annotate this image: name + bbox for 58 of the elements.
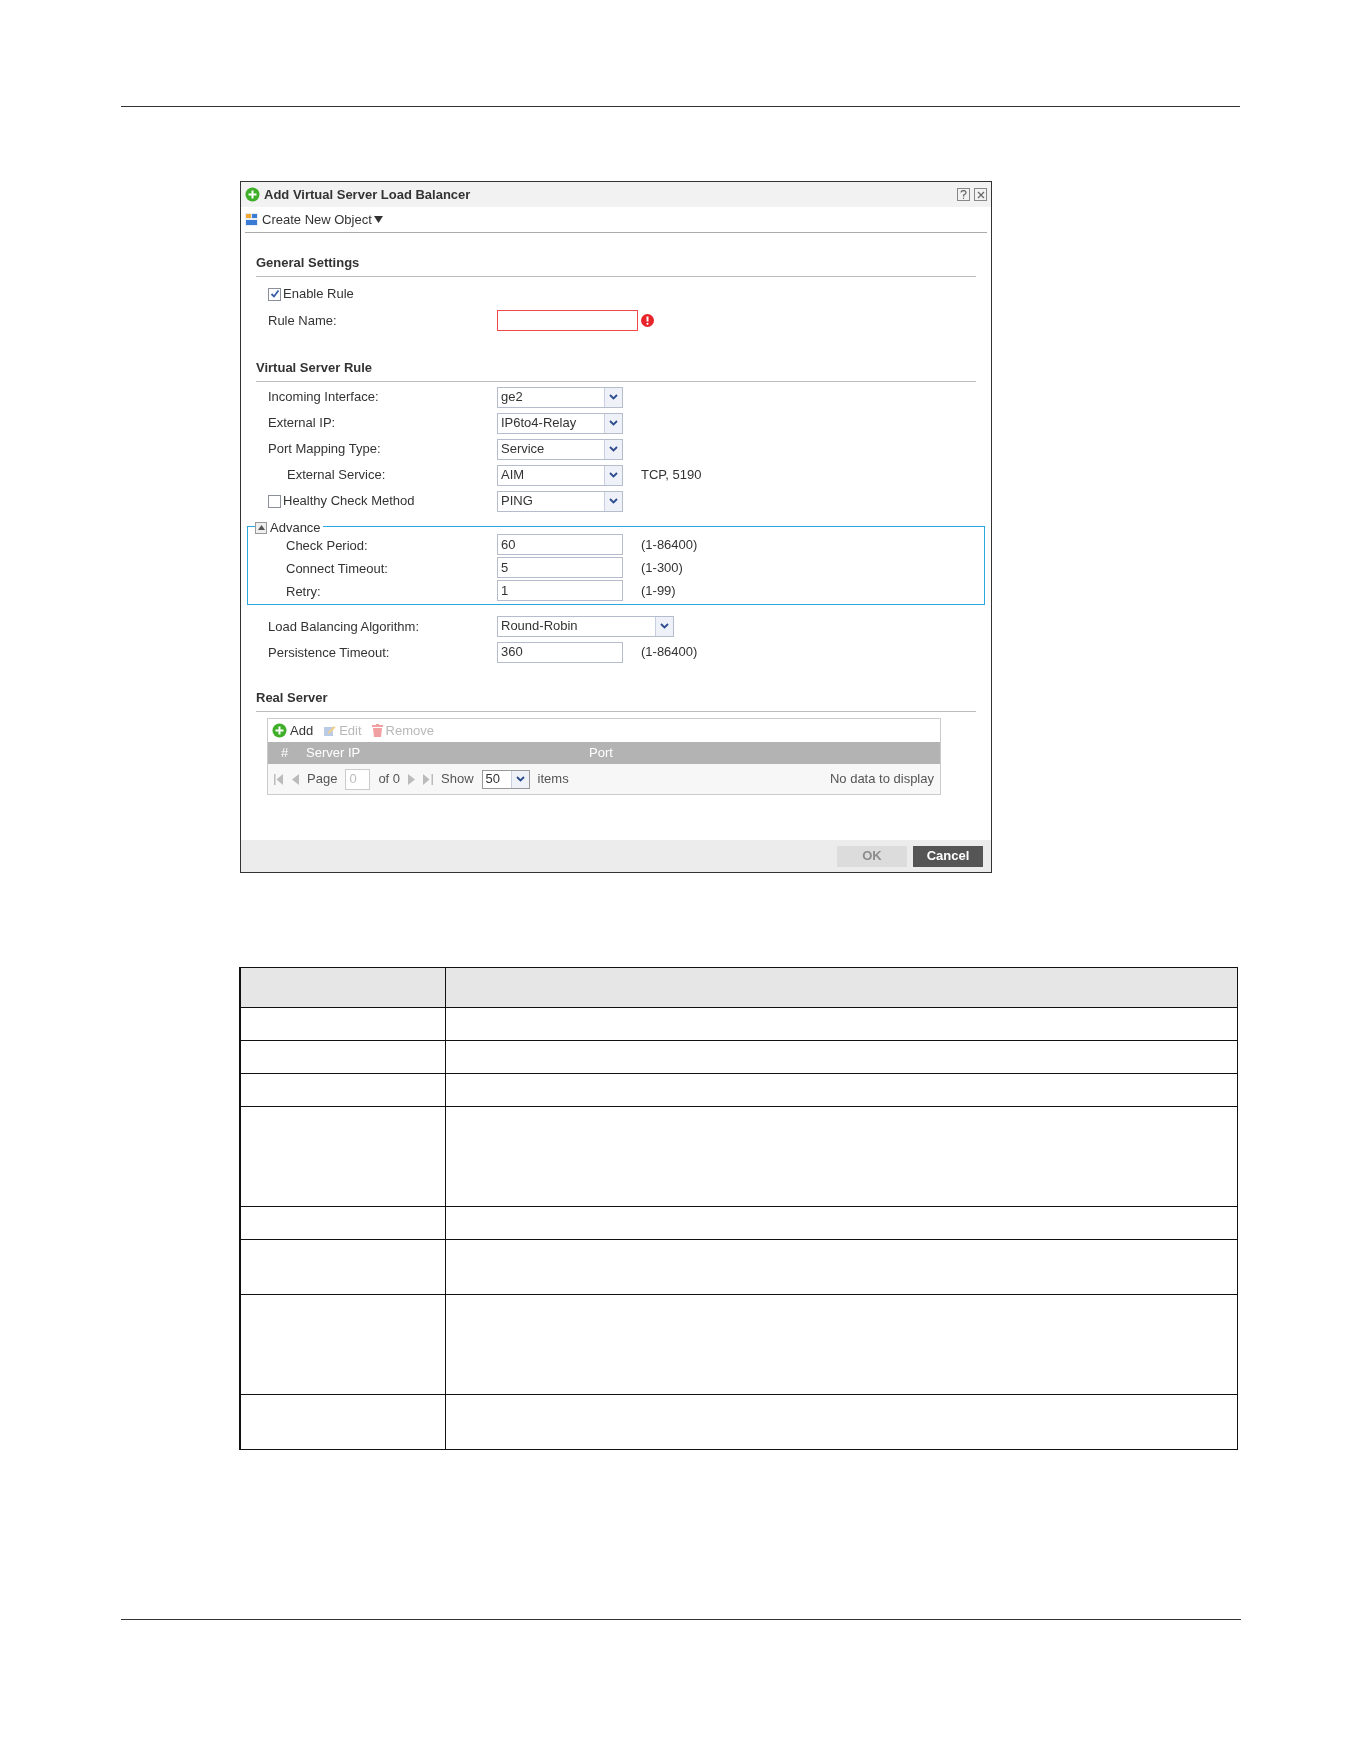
- trash-icon: [371, 724, 383, 737]
- empty-message: No data to display: [829, 770, 934, 789]
- field-label: Rule Name:: [268, 313, 337, 328]
- field-label: Enable Rule: [283, 285, 354, 304]
- cancel-button[interactable]: Cancel: [913, 845, 983, 867]
- field-label: Connect Timeout:: [286, 560, 388, 576]
- column-header: Server IP: [306, 744, 362, 763]
- field-label: External Service:: [287, 466, 386, 485]
- help-icon[interactable]: [957, 188, 970, 201]
- dropdown-select[interactable]: Round-Robin: [497, 615, 674, 637]
- edit-icon: [323, 724, 337, 737]
- triangle-icon: [257, 525, 265, 531]
- column-header: Port: [589, 744, 613, 763]
- service-note: TCP, 5190: [641, 466, 702, 485]
- field-label: Persistence Timeout:: [268, 645, 390, 660]
- field-label: Load Balancing Algorithm:: [268, 619, 420, 634]
- window-title: Add Virtual Server Load Balancer: [264, 185, 472, 204]
- range-hint: (1-99): [641, 581, 676, 600]
- checkbox[interactable]: [268, 287, 281, 301]
- caret-icon: [373, 216, 383, 223]
- show-label: Show: [441, 770, 474, 789]
- dropdown-select[interactable]: Service: [497, 438, 623, 460]
- section-title: Virtual Server Rule: [256, 360, 373, 375]
- text-field[interactable]: [497, 309, 638, 331]
- text-field[interactable]: 360: [497, 641, 623, 663]
- add-button[interactable]: Add: [272, 720, 314, 741]
- field-label: Healthy Check Method: [283, 492, 415, 511]
- range-hint: (1-86400): [641, 535, 698, 554]
- group-title: Advance: [270, 519, 321, 537]
- create-object-menu[interactable]: Create New Object: [262, 209, 383, 230]
- field-label: Incoming Interface:: [268, 388, 379, 407]
- section-title: General Settings: [256, 255, 360, 270]
- column-header: #: [280, 744, 290, 763]
- dropdown-select[interactable]: ge2: [497, 386, 623, 408]
- section-title: Real Server: [256, 690, 328, 705]
- dropdown-select[interactable]: PING: [497, 490, 623, 512]
- field-label: Retry:: [286, 583, 321, 599]
- page-size-select[interactable]: 50: [481, 769, 530, 789]
- field-label: Check Period:: [286, 537, 368, 553]
- error-icon: [641, 313, 654, 327]
- range-hint: (1-300): [641, 558, 683, 577]
- checkbox[interactable]: [268, 494, 281, 508]
- add-icon: [245, 187, 260, 202]
- items-label: items: [537, 770, 569, 789]
- text-field[interactable]: 5: [497, 557, 623, 578]
- dropdown-select[interactable]: IP6to4-Relay: [497, 412, 623, 434]
- close-icon[interactable]: [974, 188, 987, 201]
- text-field[interactable]: 1: [497, 580, 623, 601]
- collapse-toggle[interactable]: [255, 521, 267, 534]
- text-field[interactable]: 60: [497, 534, 623, 555]
- range-hint: (1-86400): [641, 643, 698, 662]
- page-label: Page: [307, 770, 338, 789]
- dropdown-select[interactable]: AIM: [497, 464, 623, 486]
- field-label: Port Mapping Type:: [268, 440, 381, 459]
- field-label: External IP:: [268, 414, 336, 433]
- object-icon: [245, 213, 258, 226]
- add-icon: [272, 723, 287, 738]
- page-count: of 0: [378, 770, 401, 789]
